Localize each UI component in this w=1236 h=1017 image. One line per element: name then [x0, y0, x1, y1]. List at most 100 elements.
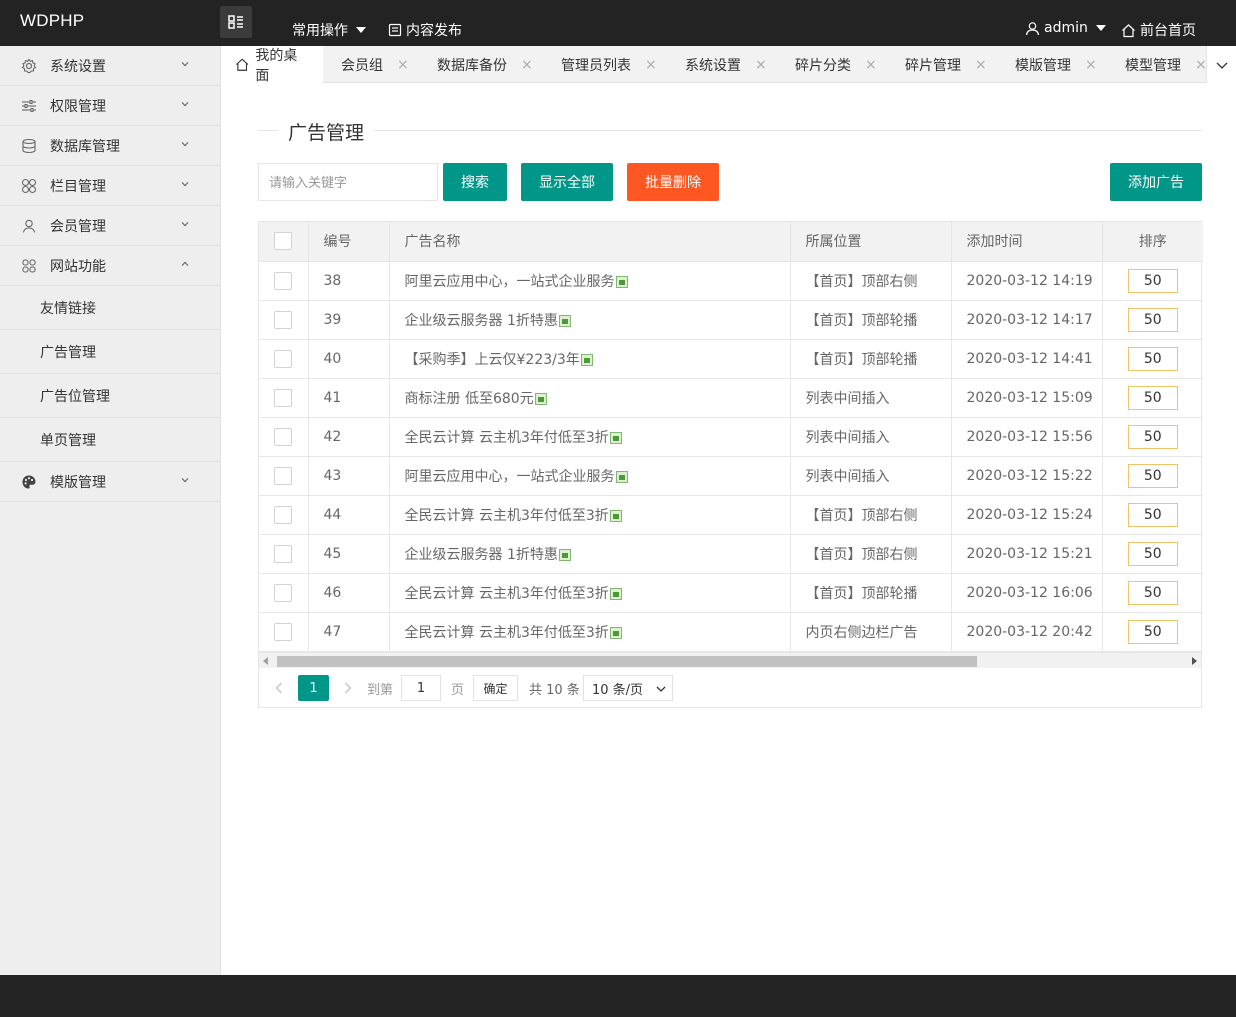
- prev-page-icon[interactable]: [271, 675, 287, 701]
- row-select-cell[interactable]: [259, 573, 309, 613]
- row-select-cell[interactable]: [259, 534, 309, 574]
- row-checkbox[interactable]: [274, 544, 292, 563]
- row-checkbox[interactable]: [274, 583, 292, 602]
- tab-database-backup[interactable]: 数据库备份 ×: [437, 46, 533, 83]
- page-size-select[interactable]: 10 条/页: [583, 675, 673, 701]
- horizontal-scrollbar[interactable]: [259, 652, 1201, 668]
- row-checkbox[interactable]: [274, 271, 292, 290]
- database-icon: [20, 137, 38, 155]
- row-select-cell[interactable]: [259, 339, 309, 379]
- document-icon: [388, 23, 402, 37]
- sidebar-item-members[interactable]: 会员管理: [0, 206, 220, 246]
- sort-input[interactable]: 50: [1127, 541, 1178, 566]
- scroll-right-icon[interactable]: [1191, 657, 1197, 665]
- row-select-cell[interactable]: [259, 300, 309, 340]
- nav-common-ops[interactable]: 常用操作: [292, 20, 366, 40]
- tab-member-group[interactable]: 会员组 ×: [341, 46, 409, 83]
- frontend-home-link[interactable]: 前台首页: [1121, 20, 1196, 40]
- tab-model-management[interactable]: 模型管理 ×: [1125, 46, 1207, 83]
- search-input[interactable]: [258, 163, 438, 201]
- row-checkbox[interactable]: [274, 466, 292, 485]
- row-select-cell[interactable]: [259, 456, 309, 496]
- row-select-cell[interactable]: [259, 612, 309, 652]
- scrollbar-thumb[interactable]: [277, 656, 977, 667]
- row-select-cell[interactable]: [259, 495, 309, 535]
- sort-input[interactable]: 50: [1127, 502, 1178, 527]
- user-icon: [1025, 21, 1040, 35]
- nav-publish[interactable]: 内容发布: [388, 20, 462, 40]
- show-all-button[interactable]: 显示全部: [521, 163, 613, 201]
- scroll-left-icon[interactable]: [263, 657, 269, 665]
- row-position: 列表中间插入: [790, 456, 952, 496]
- sidebar-subitem-ad-slot-management[interactable]: 广告位管理: [0, 374, 220, 418]
- select-all-checkbox[interactable]: [274, 232, 292, 251]
- sidebar-item-system-settings[interactable]: 系统设置: [0, 46, 220, 86]
- row-select-cell[interactable]: [259, 417, 309, 457]
- sort-input[interactable]: 50: [1127, 463, 1178, 488]
- tab-admin-list[interactable]: 管理员列表 ×: [561, 46, 657, 83]
- batch-delete-button[interactable]: 批量删除: [627, 163, 719, 201]
- sort-input[interactable]: 50: [1127, 385, 1178, 410]
- home-icon: [1122, 23, 1135, 37]
- sort-input[interactable]: 50: [1127, 307, 1178, 332]
- row-checkbox[interactable]: [274, 349, 292, 368]
- close-icon[interactable]: ×: [521, 57, 533, 73]
- sidebar-item-database[interactable]: 数据库管理: [0, 126, 220, 166]
- row-checkbox[interactable]: [274, 622, 292, 641]
- row-checkbox[interactable]: [274, 310, 292, 329]
- table-row: 38 阿里云应用中心，一站式企业服务 【首页】顶部右侧 2020-03-12 14:1…: [259, 261, 1203, 301]
- row-select-cell[interactable]: [259, 261, 309, 301]
- row-name: 全民云计算 云主机3年付低至3折: [404, 429, 609, 446]
- sort-input[interactable]: 50: [1127, 619, 1178, 644]
- sort-input[interactable]: 50: [1127, 580, 1178, 605]
- close-icon[interactable]: ×: [975, 57, 987, 73]
- close-icon[interactable]: ×: [397, 57, 409, 73]
- close-icon[interactable]: ×: [755, 57, 767, 73]
- sidebar-item-templates[interactable]: 模版管理: [0, 462, 220, 502]
- row-checkbox[interactable]: [274, 388, 292, 407]
- tab-fragment-management[interactable]: 碎片管理 ×: [905, 46, 987, 83]
- close-icon[interactable]: ×: [865, 57, 877, 73]
- close-icon[interactable]: ×: [1195, 57, 1207, 73]
- row-sort-cell: 50: [1102, 300, 1203, 340]
- row-position: 【首页】顶部轮播: [790, 300, 952, 340]
- menu-toggle-button[interactable]: [220, 6, 252, 38]
- tab-label: 我的桌面: [255, 47, 298, 84]
- user-menu[interactable]: admin: [1025, 20, 1106, 36]
- sort-input[interactable]: 50: [1127, 346, 1178, 371]
- goto-page-input[interactable]: 1: [401, 675, 441, 701]
- tab-my-desktop[interactable]: 我的桌面: [221, 46, 323, 84]
- sidebar-item-columns[interactable]: 栏目管理: [0, 166, 220, 206]
- tabs-more-button[interactable]: [1206, 46, 1236, 83]
- table-row: 46 全民云计算 云主机3年付低至3折 【首页】顶部轮播 2020-03-12 16:…: [259, 573, 1203, 613]
- row-checkbox[interactable]: [274, 505, 292, 524]
- sidebar-subitem-single-page[interactable]: 单页管理: [0, 418, 220, 462]
- tab-label: 会员组: [341, 57, 383, 74]
- row-name: 全民云计算 云主机3年付低至3折: [404, 507, 609, 524]
- sidebar-item-site-features[interactable]: 网站功能: [0, 246, 220, 286]
- tab-fragment-category[interactable]: 碎片分类 ×: [795, 46, 877, 83]
- row-select-cell[interactable]: [259, 378, 309, 418]
- sidebar-item-permissions[interactable]: 权限管理: [0, 86, 220, 126]
- header-select-all[interactable]: [259, 222, 309, 262]
- tab-system-settings[interactable]: 系统设置 ×: [685, 46, 767, 83]
- sidebar-subitem-friend-links[interactable]: 友情链接: [0, 286, 220, 330]
- row-sort-cell: 50: [1102, 495, 1203, 535]
- add-ad-button[interactable]: 添加广告: [1110, 163, 1202, 201]
- row-sort-cell: 50: [1102, 378, 1203, 418]
- close-icon[interactable]: ×: [1085, 57, 1097, 73]
- goto-confirm-button[interactable]: 确定: [473, 675, 518, 701]
- close-icon[interactable]: ×: [645, 57, 657, 73]
- row-checkbox[interactable]: [274, 427, 292, 446]
- current-page[interactable]: 1: [298, 675, 329, 701]
- row-name: 企业级云服务器 1折特惠: [404, 546, 558, 563]
- sort-input[interactable]: 50: [1127, 268, 1178, 293]
- image-icon: [580, 353, 593, 366]
- search-button[interactable]: 搜索: [443, 163, 507, 201]
- sidebar-subitem-ad-management[interactable]: 广告管理: [0, 330, 220, 374]
- next-page-icon[interactable]: [340, 675, 356, 701]
- tab-template-management[interactable]: 模版管理 ×: [1015, 46, 1097, 83]
- table-row: 45 企业级云服务器 1折特惠 【首页】顶部右侧 2020-03-12 15:21 50: [259, 534, 1203, 574]
- goto-label: 到第: [367, 682, 394, 698]
- sort-input[interactable]: 50: [1127, 424, 1178, 449]
